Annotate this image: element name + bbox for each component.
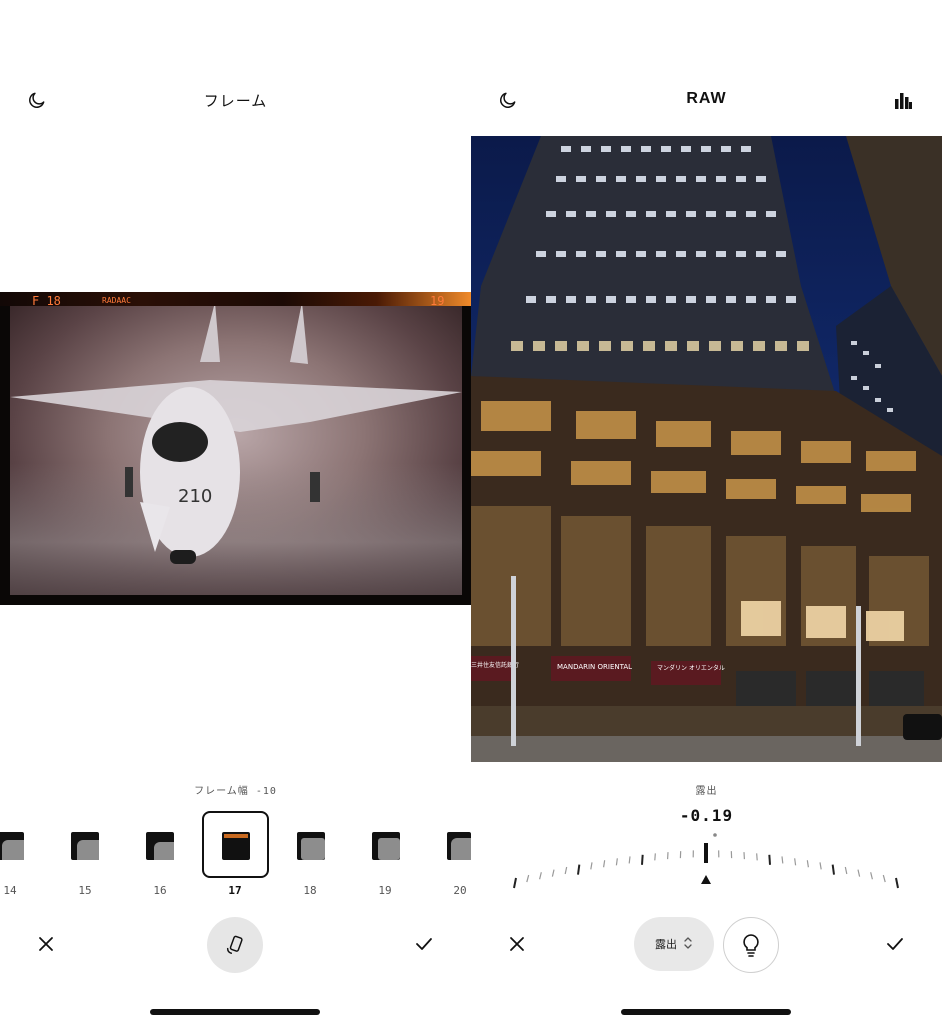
dial-tick	[526, 874, 530, 883]
dial-tick	[794, 858, 797, 866]
thumb-label: 14	[3, 884, 17, 897]
dial-tick	[628, 856, 631, 864]
up-down-chevron-icon	[683, 936, 693, 953]
dial-tick	[844, 866, 848, 875]
dial-tick	[781, 856, 784, 864]
dial-tick	[806, 860, 809, 868]
dial-tick	[831, 864, 835, 875]
home-indicator	[150, 1009, 320, 1015]
dial-tick	[768, 854, 771, 865]
dial-tick	[615, 858, 618, 866]
exposure-mode-label: 露出	[655, 939, 677, 951]
thumb-label: 18	[303, 884, 317, 897]
exposure-dial[interactable]	[471, 830, 942, 900]
dial-tick	[564, 866, 568, 875]
raw-editor-panel: RAW MANDARIN ORIENTAL マンダリン オリエンタル 三井住友信…	[471, 0, 942, 1024]
frame-thumb-16[interactable]	[146, 832, 174, 860]
frame-editor-panel: フレーム 210 F 18 RADAAC 19 フレーム幅 -10 14 15 …	[0, 0, 471, 1024]
frame-thumb-18[interactable]	[297, 832, 325, 860]
photo-image: 210	[10, 302, 462, 595]
film-edge	[0, 292, 471, 306]
close-icon[interactable]	[505, 932, 529, 956]
exposure-value: -0.19	[679, 806, 734, 825]
bar-chart-icon[interactable]	[891, 88, 915, 112]
dial-tick	[895, 877, 899, 889]
film-code: RADAAC	[102, 296, 131, 305]
frame-number-right: 19	[430, 294, 445, 308]
check-icon[interactable]	[883, 932, 907, 956]
dial-tick	[882, 874, 886, 883]
dial-tick	[603, 860, 606, 868]
frame-thumb-17[interactable]	[222, 832, 250, 860]
thumb-label-selected: 17	[228, 884, 242, 897]
close-icon[interactable]	[34, 932, 58, 956]
frame-thumb-20[interactable]	[447, 832, 471, 860]
dial-tick	[654, 853, 656, 861]
page-title: RAW	[686, 90, 727, 107]
check-icon[interactable]	[412, 932, 436, 956]
rotate-phone-icon[interactable]	[207, 917, 263, 973]
lightbulb-icon[interactable]	[723, 917, 779, 973]
svg-text:210: 210	[178, 486, 212, 507]
sign-hotel-jp: マンダリン オリエンタル	[657, 664, 725, 672]
dial-indicator	[704, 843, 708, 863]
frame-thumb-19[interactable]	[372, 832, 400, 860]
exposure-mode-button[interactable]: 露出	[634, 917, 714, 971]
frame-number-left: F 18	[32, 294, 61, 308]
frame-width-label: フレーム幅 -10	[194, 786, 277, 797]
page-title: フレーム	[203, 93, 268, 110]
dial-tick	[641, 854, 644, 865]
dial-tick	[819, 862, 822, 870]
dial-tick	[513, 877, 517, 889]
dial-tick	[756, 853, 758, 861]
frame-thumb-15[interactable]	[71, 832, 99, 860]
dial-tick	[551, 869, 555, 877]
dial-tick	[857, 869, 861, 877]
thumb-label: 16	[153, 884, 167, 897]
dial-pointer	[701, 875, 711, 884]
photo-image: MANDARIN ORIENTAL マンダリン オリエンタル 三井住友信託銀行	[471, 136, 942, 762]
home-indicator	[621, 1009, 791, 1015]
dial-tick	[590, 862, 593, 870]
exposure-label: 露出	[695, 786, 718, 797]
thumb-label: 19	[378, 884, 392, 897]
dial-zero-dot	[713, 833, 717, 837]
dial-tick	[870, 872, 873, 880]
frame-thumb-14[interactable]	[0, 832, 24, 860]
sign-hotel-en: MANDARIN ORIENTAL	[557, 663, 632, 671]
photo-preview: MANDARIN ORIENTAL マンダリン オリエンタル 三井住友信託銀行	[471, 136, 942, 762]
photo-preview: 210 F 18 RADAAC 19	[0, 292, 471, 605]
thumb-label: 15	[78, 884, 92, 897]
dial-tick	[539, 872, 542, 880]
dial-tick	[577, 864, 581, 875]
